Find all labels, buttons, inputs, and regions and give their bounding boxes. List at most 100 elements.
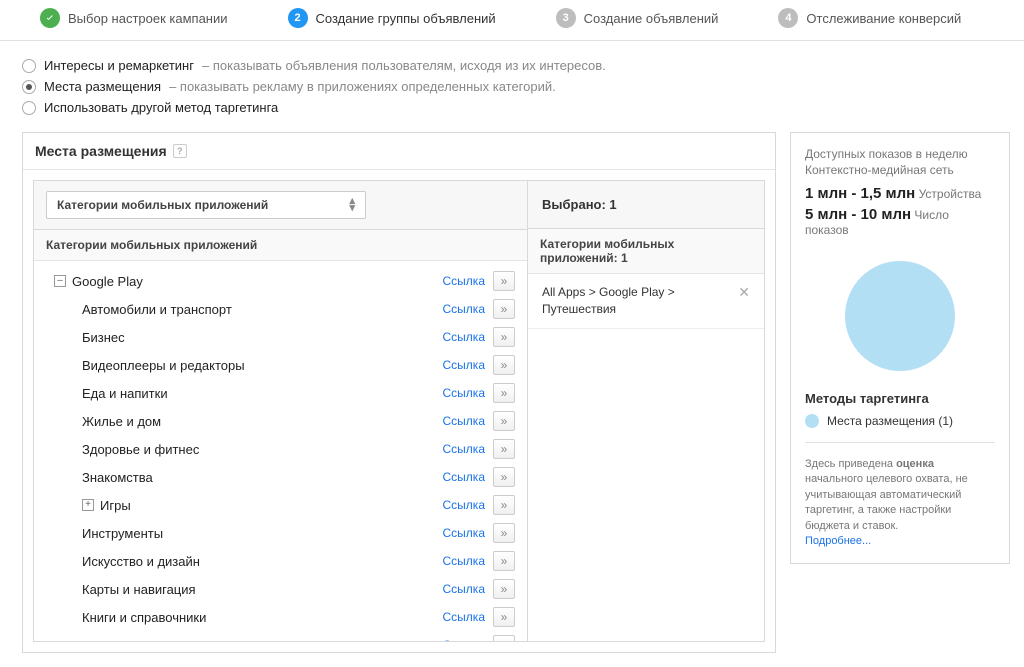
tree-row[interactable]: Автомобили и транспортСсылка » [34,295,527,323]
selected-item: All Apps > Google Play > Путешествия ✕ [528,274,764,329]
panel-title-row: Места размещения ? [23,133,775,170]
tree-row[interactable]: Карты и навигацияСсылка» [34,575,527,603]
radio-icon [22,80,36,94]
radio-icon [22,101,36,115]
tree-row[interactable]: ЗнакомстваСсылка » [34,463,527,491]
dropdown-row: Категории мобильных приложений ▴▾ [34,181,527,230]
add-button[interactable]: » [493,607,515,627]
add-button[interactable]: » [493,355,515,375]
radio-other[interactable]: Использовать другой метод таргетинга [22,97,1002,118]
tree-row[interactable]: –Google PlayСсылка» [34,267,527,295]
category-link[interactable]: Ссылка [443,582,485,596]
step-4[interactable]: 4 Отслеживание конверсий [778,8,961,28]
step-2[interactable]: 2 Создание группы объявлений [288,8,496,28]
add-button[interactable]: » [493,635,515,641]
add-button[interactable]: » [493,551,515,571]
step-number-icon: 3 [556,8,576,28]
tree-label: Бизнес [82,330,443,345]
methods-title: Методы таргетинга [805,391,995,406]
add-button[interactable]: » [493,523,515,543]
add-button[interactable]: » [493,579,515,599]
two-cols: Категории мобильных приложений ▴▾ Катего… [33,180,765,642]
category-link[interactable]: Ссылка [443,358,485,372]
category-link[interactable]: Ссылка [443,442,485,456]
targeting-method-radios: Интересы и ремаркетинг – показывать объя… [0,41,1024,132]
method-label: Места размещения (1) [827,414,953,428]
stepper: Выбор настроек кампании 2 Создание групп… [0,0,1024,41]
category-link[interactable]: Ссылка [443,526,485,540]
radio-desc: – показывать рекламу в приложениях опред… [169,79,556,94]
radio-interests[interactable]: Интересы и ремаркетинг – показывать объя… [22,55,1002,76]
sidebar-subtitle: Контекстно-медийная сеть [805,163,995,177]
category-link[interactable]: Ссылка [443,498,485,512]
tree-row[interactable]: ИнструментыСсылка » [34,519,527,547]
radio-label: Интересы и ремаркетинг [44,58,194,73]
tree-row[interactable]: Еда и напиткиСсылка» [34,379,527,407]
method-placements[interactable]: Места размещения (1) [805,414,995,428]
radio-placements[interactable]: Места размещения – показывать рекламу в … [22,76,1002,97]
category-link[interactable]: Ссылка [443,470,485,484]
add-button[interactable]: » [493,495,515,515]
expand-icon[interactable]: + [82,499,94,511]
estimate-sidebar: Доступных показов в неделю Контекстно-ме… [790,132,1010,564]
radio-label: Места размещения [44,79,161,94]
tree-row[interactable]: Видеоплееры и редакторыСсылка » [34,351,527,379]
tree-label: Знакомства [82,470,443,485]
step-number-icon: 4 [778,8,798,28]
stat-value: 1 млн - 1,5 млн [805,185,915,202]
step-1[interactable]: Выбор настроек кампании [40,8,228,28]
add-button[interactable]: » [493,439,515,459]
add-button[interactable]: » [493,411,515,431]
divider [805,442,995,443]
tree-label: Инструменты [82,526,443,541]
add-button[interactable]: » [493,327,515,347]
tree-label: Игры [100,498,443,513]
learn-more-link[interactable]: Подробнее... [805,535,871,547]
tree-label: Книги и справочники [82,610,443,625]
category-link[interactable]: Ссылка [443,386,485,400]
help-icon[interactable]: ? [173,144,187,158]
category-link[interactable]: Ссылка [443,302,485,316]
categories-column: Категории мобильных приложений ▴▾ Катего… [33,180,528,642]
radio-label: Использовать другой метод таргетинга [44,100,278,115]
selected-text: All Apps > Google Play > Путешествия [542,284,730,318]
step-3[interactable]: 3 Создание объявлений [556,8,719,28]
remove-icon[interactable]: ✕ [738,284,750,301]
tree-label: Автомобили и транспорт [82,302,443,317]
add-button[interactable]: » [493,299,515,319]
add-button[interactable]: » [493,271,515,291]
category-link[interactable]: Ссылка [443,638,485,641]
category-link[interactable]: Ссылка [443,554,485,568]
tree-row[interactable]: Книги и справочникиСсылка » [34,603,527,631]
tree-label: Видеоплееры и редакторы [82,358,443,373]
legend-dot-icon [805,414,819,428]
step-label: Создание группы объявлений [316,11,496,26]
tree-row[interactable]: Жилье и домСсылка» [34,407,527,435]
step-label: Выбор настроек кампании [68,11,228,26]
dropdown-value: Категории мобильных приложений [57,198,268,212]
sort-arrows-icon: ▴▾ [349,198,355,212]
selected-header: Выбрано: 1 [528,181,764,229]
category-dropdown[interactable]: Категории мобильных приложений ▴▾ [46,191,366,219]
add-button[interactable]: » [493,383,515,403]
tree-row[interactable]: + ИгрыСсылка » [34,491,527,519]
estimate-note: Здесь приведена оценка начального целево… [805,457,995,549]
step-label: Создание объявлений [584,11,719,26]
category-tree[interactable]: –Google PlayСсылка»Автомобили и транспор… [34,261,527,641]
tree-row[interactable]: Здоровье и фитнесСсылка» [34,435,527,463]
add-button[interactable]: » [493,467,515,487]
category-link[interactable]: Ссылка [443,274,485,288]
radio-icon [22,59,36,73]
tree-row[interactable]: КомиксыСсылка» [34,631,527,641]
tree-row[interactable]: Искусство и дизайнСсылка» [34,547,527,575]
stat-devices: 1 млн - 1,5 млн Устройства [805,185,995,202]
category-link[interactable]: Ссылка [443,610,485,624]
category-link[interactable]: Ссылка [443,330,485,344]
collapse-icon[interactable]: – [54,275,66,287]
tree-row[interactable]: БизнесСсылка » [34,323,527,351]
sidebar-title: Доступных показов в неделю [805,147,995,161]
category-link[interactable]: Ссылка [443,414,485,428]
check-icon [40,8,60,28]
placements-panel: Места размещения ? Категории мобильных п… [22,132,776,653]
categories-subheader: Категории мобильных приложений [34,230,527,261]
